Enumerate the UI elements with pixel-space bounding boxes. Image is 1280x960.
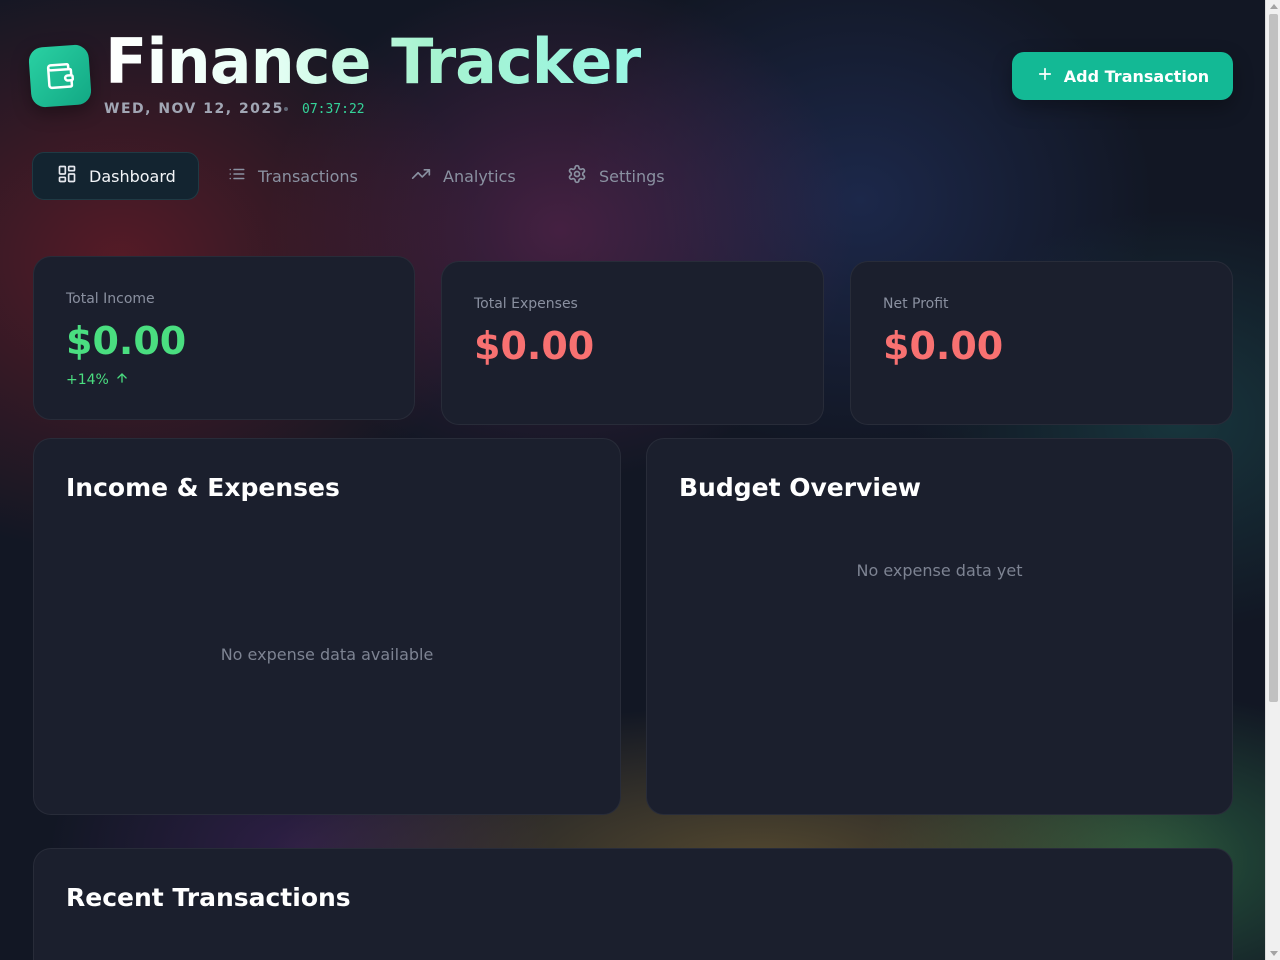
separator-dot — [284, 107, 288, 111]
income-expenses-title: Income & Expenses — [66, 473, 340, 502]
tab-analytics-label: Analytics — [443, 166, 516, 186]
income-trend: +14% — [66, 371, 129, 389]
scrollbar-thumb[interactable] — [1269, 14, 1278, 702]
gear-icon — [567, 164, 587, 188]
plus-icon — [1036, 65, 1054, 87]
budget-overview-title: Budget Overview — [679, 473, 922, 502]
total-income-card: Total Income $0.00 +14% — [33, 256, 415, 420]
total-income-label: Total Income — [66, 291, 155, 307]
budget-overview-card: Budget Overview No expense data yet — [646, 438, 1233, 815]
tab-dashboard[interactable]: Dashboard — [32, 152, 199, 200]
net-profit-card: Net Profit $0.00 — [850, 261, 1233, 425]
recent-transactions-title: Recent Transactions — [66, 883, 351, 912]
total-expenses-card: Total Expenses $0.00 — [441, 261, 824, 425]
budget-overview-empty-state: No expense data yet — [856, 561, 1023, 580]
total-income-value: $0.00 — [66, 319, 187, 363]
tab-settings-label: Settings — [599, 166, 665, 186]
tab-analytics[interactable]: Analytics — [411, 152, 516, 200]
total-expenses-value: $0.00 — [474, 324, 595, 368]
tab-dashboard-label: Dashboard — [89, 166, 176, 186]
add-transaction-button[interactable]: Add Transaction — [1012, 52, 1233, 100]
wallet-icon — [27, 43, 93, 109]
arrow-up-icon — [115, 371, 129, 389]
grid-icon — [57, 164, 77, 188]
add-transaction-label: Add Transaction — [1063, 66, 1210, 86]
net-profit-label: Net Profit — [883, 296, 949, 312]
tab-transactions[interactable]: Transactions — [228, 152, 358, 200]
scroll-down-icon[interactable] — [1270, 951, 1278, 956]
scroll-up-icon[interactable] — [1270, 4, 1278, 9]
page-scrollbar[interactable] — [1265, 0, 1280, 960]
tab-settings[interactable]: Settings — [567, 152, 665, 200]
income-expenses-card: Income & Expenses No expense data availa… — [33, 438, 621, 815]
tab-transactions-label: Transactions — [258, 166, 358, 186]
list-icon — [228, 165, 246, 187]
current-time: 07:37:22 — [302, 102, 365, 117]
income-expenses-empty-state: No expense data available — [220, 645, 434, 664]
net-profit-value: $0.00 — [883, 324, 1004, 368]
current-date: WED, NOV 12, 2025 — [104, 101, 284, 117]
recent-transactions-card: Recent Transactions — [33, 848, 1233, 960]
total-expenses-label: Total Expenses — [474, 296, 578, 312]
app-title: Finance Tracker — [105, 25, 642, 98]
trending-up-icon — [411, 164, 431, 188]
income-trend-value: +14% — [66, 372, 109, 388]
